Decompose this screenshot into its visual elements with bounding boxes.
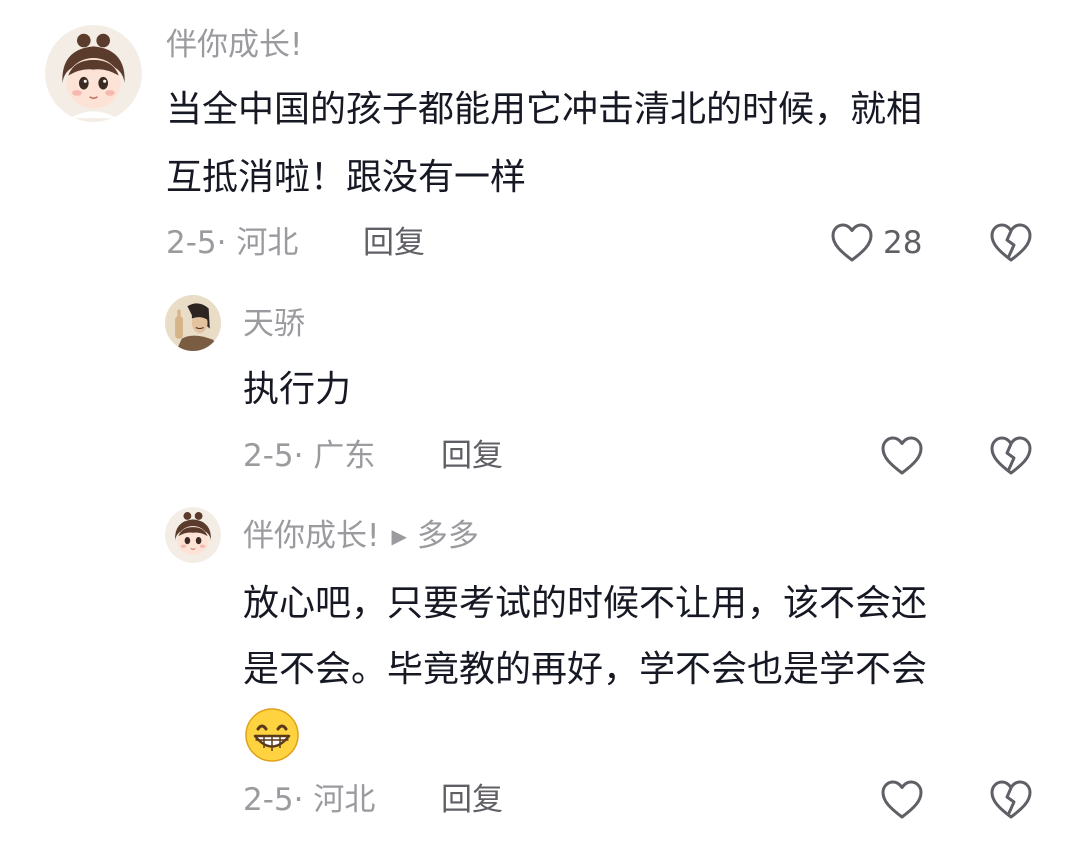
broken-heart-icon[interactable] [989,435,1033,477]
reply-arrow-icon: ▶ [391,524,407,548]
like-count: 28 [883,225,923,261]
reply-target-name[interactable]: 多多 [417,518,479,554]
broken-heart-icon[interactable] [989,222,1033,264]
broken-heart-icon[interactable] [989,779,1033,821]
comment-text-line: 放心吧，只要考试的时候不让用，该不会还 [243,583,928,624]
reply-button[interactable]: 回复 [441,785,503,816]
heart-outline-icon[interactable] [880,435,924,477]
comment-text-line: 执行力 [243,369,352,410]
comment-text-line: 是不会。毕竟教的再好，学不会也是学不会 [243,649,928,690]
comment-meta: 2-5· 河北 [243,782,376,818]
heart-outline-icon[interactable] [880,779,924,821]
comment-author[interactable]: 伴你成长! [243,518,379,554]
comment-author[interactable]: 天骄 [243,309,305,340]
avatar[interactable] [165,507,221,563]
avatar[interactable] [165,295,221,351]
comment-author-line: 伴你成长! ▶ 多多 [243,521,479,552]
comment-text-line: 当全中国的孩子都能用它冲击清北的时候，就相 [166,89,923,130]
reply-button[interactable]: 回复 [363,228,425,259]
comment-meta: 2-5· 河北 [166,225,299,261]
comment-text-line: 互抵消啦！跟没有一样 [166,157,527,198]
comment-author[interactable]: 伴你成长! [166,30,302,61]
reply-button[interactable]: 回复 [441,441,503,472]
grinning-face-emoji [244,707,300,767]
comment-meta: 2-5· 广东 [243,438,376,474]
avatar[interactable] [45,25,142,122]
heart-outline-icon[interactable] [830,222,874,264]
